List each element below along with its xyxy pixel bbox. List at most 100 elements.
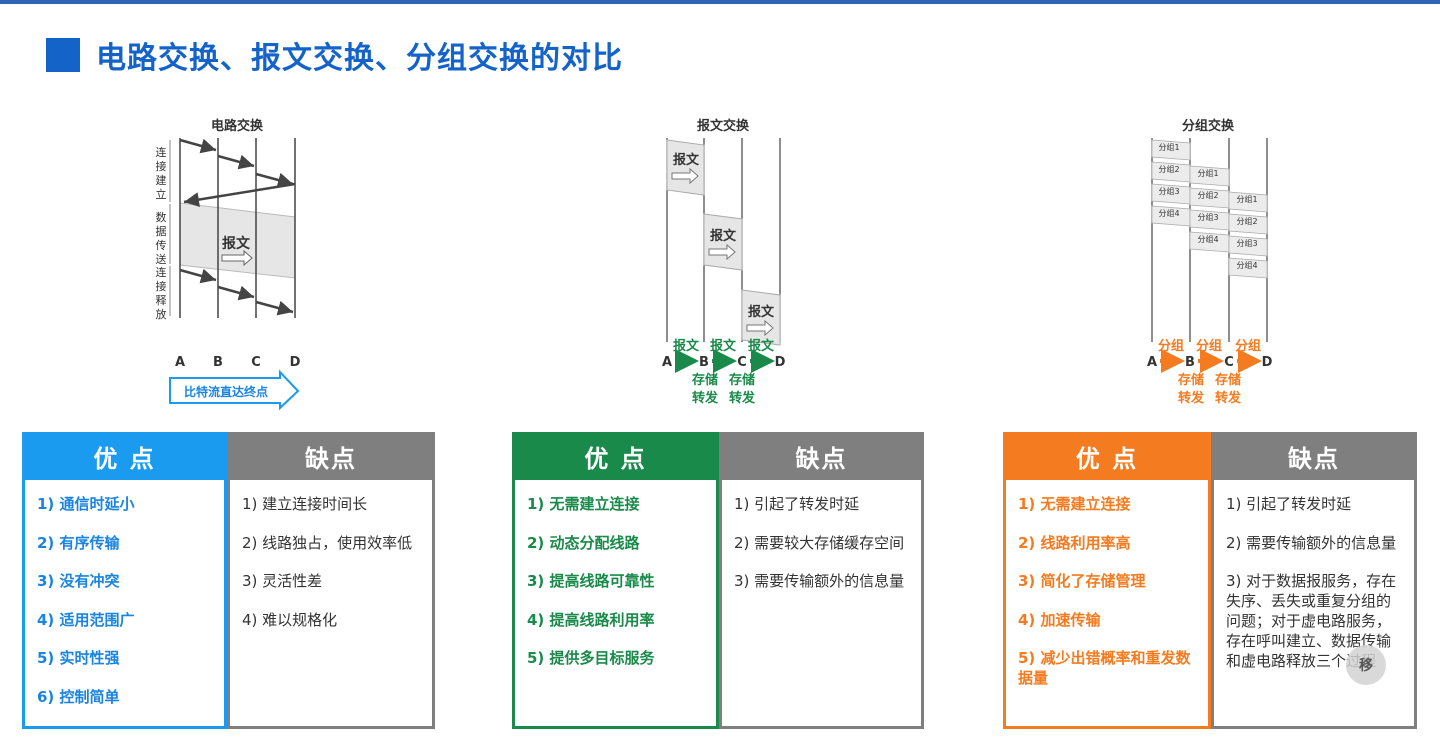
store-label-b: 存储 xyxy=(1178,372,1204,388)
message-hop-3-label: 报文 xyxy=(748,338,775,354)
packet-cons-list: 1) 引起了转发时延 2) 需要传输额外的信息量 3) 对于数据报服务，存在失序… xyxy=(1214,480,1414,671)
packet-title: 分组交换 xyxy=(1182,118,1235,134)
message-hop-1-label: 报文 xyxy=(673,338,700,354)
packet-hop-2-label: 分组 xyxy=(1196,338,1222,354)
packet-column-ab: 分组1 分组2 分组3 分组4 xyxy=(1151,139,1191,227)
list-item: 3) 需要传输额外的信息量 xyxy=(734,572,905,591)
packet-cd-2: 分组2 xyxy=(1236,216,1257,226)
packet-bc-1: 分组1 xyxy=(1197,168,1218,178)
message-block-1-label: 报文 xyxy=(673,152,700,168)
store-label-c: 存储 xyxy=(1215,372,1241,388)
node-c: C xyxy=(737,355,747,370)
title-square-icon xyxy=(46,38,80,72)
list-item: 5) 实时性强 xyxy=(37,649,120,668)
move-overlay-button[interactable]: 移 xyxy=(1346,645,1386,685)
node-a: A xyxy=(662,355,672,370)
packet-pros-title: 优 点 xyxy=(1003,432,1211,480)
packet-diagram: 分组交换 分组1 分组2 分组3 分组4 分组1 分组2 分组3 分组4 分组1… xyxy=(1147,118,1273,406)
message-cons-list: 1) 引起了转发时延 2) 需要较大存储缓存空间 3) 需要传输额外的信息量 xyxy=(722,480,921,591)
packet-ab-3: 分组3 xyxy=(1158,186,1179,196)
packet-hop-3-label: 分组 xyxy=(1235,338,1261,354)
phase-release-label: 连接释放 xyxy=(156,266,167,321)
circuit-cons-title: 缺点 xyxy=(227,432,435,480)
message-block-2-label: 报文 xyxy=(710,228,737,244)
list-item: 1) 引起了转发时延 xyxy=(1226,495,1352,513)
packet-ab-1: 分组1 xyxy=(1158,142,1179,152)
circuit-message-label: 报文 xyxy=(222,235,251,252)
node-d: D xyxy=(290,355,301,370)
slide-title: 电路交换、报文交换、分组交换的对比 xyxy=(46,37,623,76)
packet-pros-list: 1) 无需建立连接 2) 线路利用率高 3) 简化了存储管理 4) 加速传输 5… xyxy=(1006,480,1208,688)
packet-column-cd: 分组1 分组2 分组3 分组4 xyxy=(1228,191,1268,279)
phase-data-label: 数据传送 xyxy=(156,211,167,266)
list-item: 2) 动态分配线路 xyxy=(527,533,640,552)
packet-panel: 优 点 1) 无需建立连接 2) 线路利用率高 3) 简化了存储管理 4) 加速… xyxy=(1003,432,1417,729)
node-b: B xyxy=(1185,355,1195,370)
list-item: 5) 减少出错概率和重发数据量 xyxy=(1018,649,1191,688)
message-title: 报文交换 xyxy=(697,118,750,134)
message-pros-title: 优 点 xyxy=(512,432,719,480)
list-item: 2) 需要较大存储缓存空间 xyxy=(734,533,905,552)
list-item: 2) 有序传输 xyxy=(37,533,120,552)
forward-label-b: 转发 xyxy=(692,390,719,406)
list-item: 4) 适用范围广 xyxy=(37,610,135,629)
packet-bc-2: 分组2 xyxy=(1197,190,1218,200)
circuit-cons-column: 缺点 1) 建立连接时间长 2) 线路独占，使用效率低 3) 灵活性差 4) 难… xyxy=(227,432,435,729)
circuit-panel: 优 点 1) 通信时延小 2) 有序传输 3) 没有冲突 4) 适用范围广 5)… xyxy=(22,432,435,729)
packet-bc-3: 分组3 xyxy=(1197,212,1218,222)
list-item: 3) 简化了存储管理 xyxy=(1018,572,1146,591)
list-item: 2) 线路利用率高 xyxy=(1018,533,1131,552)
forward-label-b: 转发 xyxy=(1178,390,1205,406)
list-item: 3) 没有冲突 xyxy=(37,572,120,591)
packet-ab-2: 分组2 xyxy=(1158,164,1179,174)
circuit-pros-title: 优 点 xyxy=(22,432,227,480)
store-label-c: 存储 xyxy=(729,372,755,388)
circuit-title: 电路交换 xyxy=(211,118,264,134)
circuit-pros-column: 优 点 1) 通信时延小 2) 有序传输 3) 没有冲突 4) 适用范围广 5)… xyxy=(22,432,227,729)
node-a: A xyxy=(1147,355,1157,370)
bitstream-banner-text: 比特流直达终点 xyxy=(184,384,268,399)
node-d: D xyxy=(1262,355,1273,370)
packet-cons-column: 缺点 1) 引起了转发时延 2) 需要传输额外的信息量 3) 对于数据报服务，存… xyxy=(1211,432,1417,729)
list-item: 1) 通信时延小 xyxy=(37,495,135,513)
packet-ab-4: 分组4 xyxy=(1158,208,1179,218)
list-item: 2) 线路独占，使用效率低 xyxy=(242,533,413,552)
circuit-diagram: 电路交换 连接建立 数据传送 连接释放 报文 A B C D 比特流直达终点 xyxy=(156,118,301,411)
node-c: C xyxy=(251,355,261,370)
top-accent-bar xyxy=(0,0,1440,4)
message-pros-column: 优 点 1) 无需建立连接 2) 动态分配线路 3) 提高线路可靠性 4) 提高… xyxy=(512,432,719,729)
packet-hop-1-label: 分组 xyxy=(1158,338,1184,354)
list-item: 3) 灵活性差 xyxy=(242,572,323,591)
packet-cd-4: 分组4 xyxy=(1236,260,1257,270)
node-d: D xyxy=(775,355,786,370)
phase-connect-label: 连接建立 xyxy=(156,146,167,201)
packet-bc-4: 分组4 xyxy=(1197,234,1218,244)
node-b: B xyxy=(699,355,709,370)
packet-cons-title: 缺点 xyxy=(1211,432,1417,480)
list-item: 1) 引起了转发时延 xyxy=(734,495,860,513)
list-item: 6) 控制简单 xyxy=(37,687,120,706)
message-pros-list: 1) 无需建立连接 2) 动态分配线路 3) 提高线路可靠性 4) 提高线路利用… xyxy=(515,480,716,668)
message-block-3-label: 报文 xyxy=(748,304,775,320)
message-cons-column: 缺点 1) 引起了转发时延 2) 需要较大存储缓存空间 3) 需要传输额外的信息… xyxy=(719,432,924,729)
list-item: 4) 难以规格化 xyxy=(242,610,338,629)
list-item: 1) 建立连接时间长 xyxy=(242,495,368,513)
message-diagram: 报文交换 报文 报文 报文 报文 报文 报文 A B C D 存储 转发 存储 … xyxy=(662,118,786,406)
packet-cd-1: 分组1 xyxy=(1236,194,1257,204)
forward-label-c: 转发 xyxy=(1215,390,1242,406)
message-hop-2-label: 报文 xyxy=(710,338,737,354)
list-item: 3) 提高线路可靠性 xyxy=(527,572,655,591)
packet-column-bc: 分组1 分组2 分组3 分组4 xyxy=(1189,165,1230,253)
forward-label-c: 转发 xyxy=(729,390,756,406)
list-item: 1) 无需建立连接 xyxy=(527,495,640,513)
message-panel: 优 点 1) 无需建立连接 2) 动态分配线路 3) 提高线路可靠性 4) 提高… xyxy=(512,432,924,729)
list-item: 5) 提供多目标服务 xyxy=(527,649,655,668)
packet-cd-3: 分组3 xyxy=(1236,238,1257,248)
node-b: B xyxy=(213,355,223,370)
message-cons-title: 缺点 xyxy=(719,432,924,480)
store-label-b: 存储 xyxy=(692,372,718,388)
node-c: C xyxy=(1224,355,1234,370)
circuit-pros-list: 1) 通信时延小 2) 有序传输 3) 没有冲突 4) 适用范围广 5) 实时性… xyxy=(25,480,224,707)
list-item: 2) 需要传输额外的信息量 xyxy=(1226,533,1397,552)
page-title: 电路交换、报文交换、分组交换的对比 xyxy=(96,41,623,76)
